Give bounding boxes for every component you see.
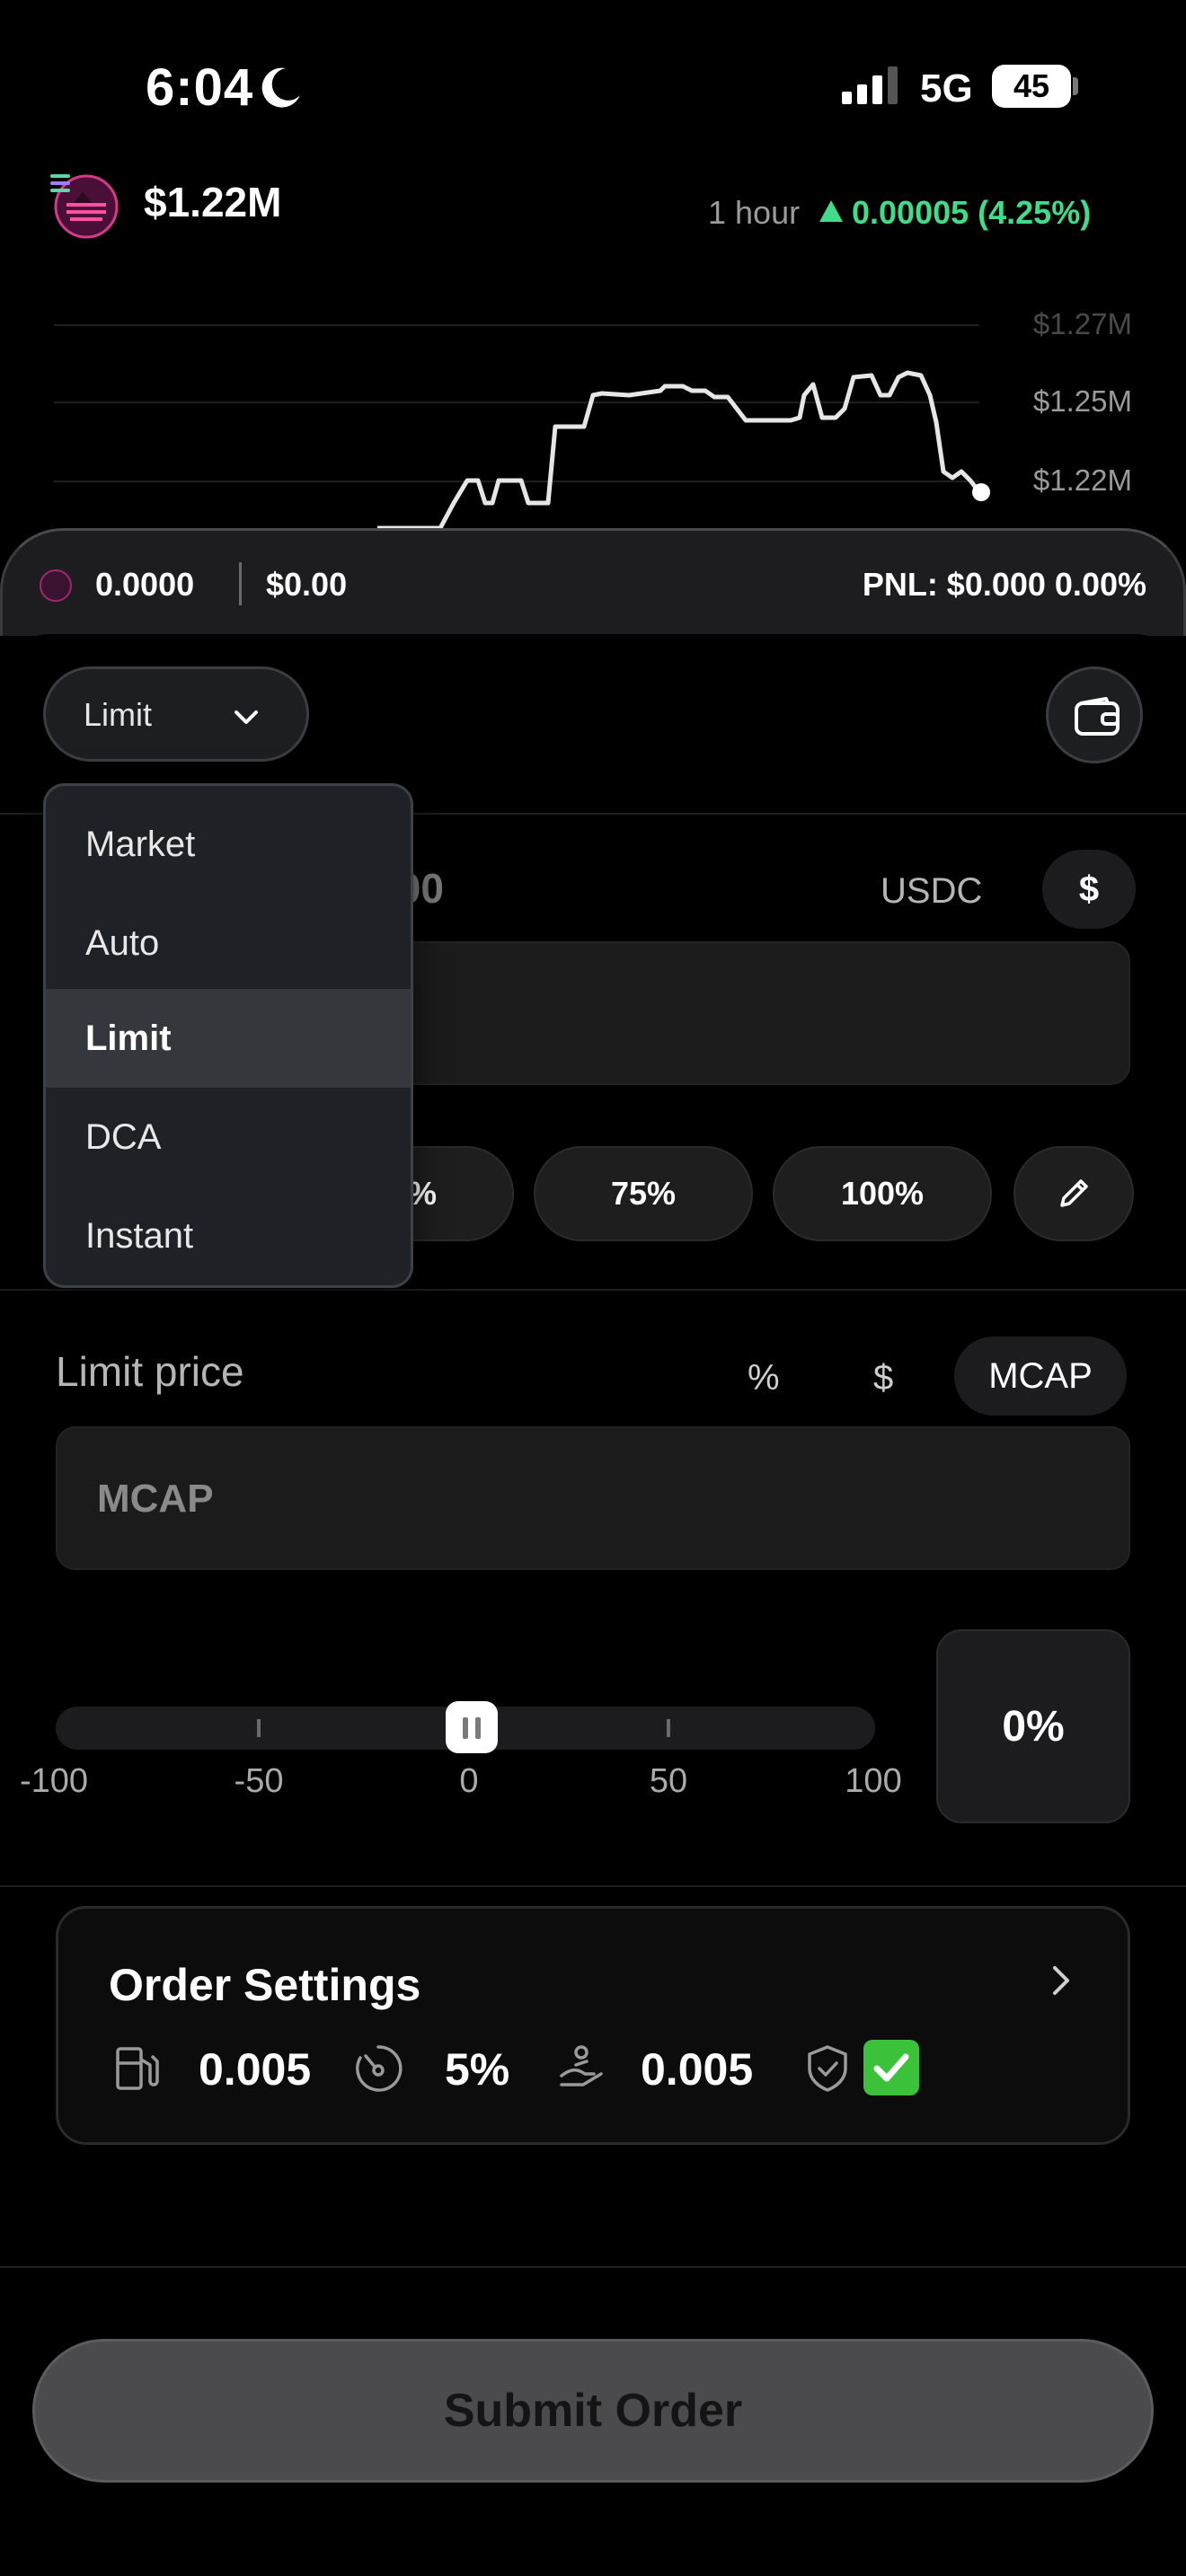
submit-order-button[interactable]: Submit Order (32, 2339, 1154, 2483)
pencil-icon (1060, 1179, 1088, 1207)
token-logo-icon (50, 174, 119, 239)
slider-label: 100 (845, 1762, 902, 1800)
currency-label: USDC (881, 871, 983, 911)
order-type-dropdown: Market Auto Limit DCA Instant (43, 783, 413, 1288)
slippage-gauge-icon (356, 2045, 403, 2092)
slider-label: -50 (234, 1762, 284, 1800)
price-line (377, 370, 981, 531)
chart-current-point (972, 483, 990, 501)
up-arrow-icon (819, 200, 843, 222)
price-change: 0.00005 (4.25%) (819, 194, 1091, 232)
limit-price-input[interactable]: MCAP (56, 1426, 1130, 1570)
network-label: 5G (920, 66, 973, 110)
order-settings-card[interactable]: Order Settings 0.005 5% 0.005 (56, 1906, 1130, 2145)
mev-protection-check-icon (863, 2040, 919, 2095)
token-header: $1.22M 1 hour 0.00005 (4.25%) (0, 162, 1186, 251)
price-chart: $1.27M $1.25M $1.22M (0, 287, 1186, 557)
timeframe-selector[interactable]: 1 hour (708, 194, 800, 232)
percent-75-button[interactable]: 75% (534, 1146, 753, 1241)
slider-label: -100 (19, 1762, 89, 1800)
status-bar: 6:04 5G 45 (0, 0, 1186, 171)
position-token-icon (40, 569, 72, 602)
position-value: $0.00 (266, 566, 348, 603)
position-amount: 0.0000 (95, 566, 195, 603)
slider-label: 50 (649, 1762, 688, 1800)
dropdown-item-auto[interactable]: Auto (46, 894, 411, 992)
slider-thumb[interactable] (446, 1701, 498, 1753)
wallet-icon (1075, 697, 1120, 736)
y-tick-label: $1.27M (1032, 307, 1132, 340)
y-tick-label: $1.25M (1032, 384, 1132, 418)
battery-cap (1073, 77, 1078, 95)
wallet-button[interactable] (1046, 666, 1143, 763)
chevron-down-icon (235, 710, 258, 724)
order-type-label: Limit (84, 696, 153, 733)
signal-icon (842, 66, 898, 104)
priority-tip-value: 0.005 (641, 2044, 754, 2095)
unit-dollar-option[interactable]: $ (873, 1358, 893, 1398)
pnl-label: PNL: $0.000 0.00% (862, 566, 1146, 603)
percent-100-button[interactable]: 100% (773, 1146, 992, 1241)
edit-percent-button[interactable] (1013, 1146, 1134, 1241)
slider-value-box[interactable]: 0% (936, 1629, 1130, 1823)
price-chart-svg (54, 324, 990, 531)
unit-percent-option[interactable]: % (748, 1358, 780, 1398)
dropdown-item-limit[interactable]: Limit (46, 989, 411, 1088)
chevron-right-icon (1053, 1966, 1069, 1995)
tip-hand-icon (560, 2045, 603, 2086)
slippage-value: 5% (445, 2044, 510, 2095)
divider (239, 562, 242, 605)
gas-pump-icon (116, 2047, 159, 2090)
order-type-select[interactable]: Limit (43, 666, 309, 762)
limit-price-label: Limit price (56, 1348, 244, 1395)
dropdown-item-instant[interactable]: Instant (46, 1187, 411, 1285)
status-time: 6:04 (146, 58, 254, 117)
dropdown-item-dca[interactable]: DCA (46, 1088, 411, 1187)
shield-icon (808, 2045, 847, 2092)
divider (0, 1289, 1186, 1291)
currency-toggle-button[interactable]: $ (1042, 850, 1136, 929)
slider-tick (257, 1719, 261, 1737)
divider (0, 1885, 1186, 1887)
token-market-cap: $1.22M (144, 179, 282, 225)
dropdown-item-market[interactable]: Market (46, 795, 411, 894)
limit-price-placeholder: MCAP (97, 1477, 214, 1521)
slider-tick (667, 1719, 670, 1737)
unit-mcap-option[interactable]: MCAP (954, 1337, 1127, 1416)
battery-indicator: 45 (992, 65, 1071, 108)
slider-label: 0 (459, 1762, 479, 1800)
y-tick-label: $1.22M (1032, 463, 1132, 497)
moon-icon (261, 67, 300, 108)
order-settings-title: Order Settings (109, 1960, 421, 2010)
divider (0, 2266, 1186, 2268)
gas-fee-value: 0.005 (199, 2044, 312, 2095)
